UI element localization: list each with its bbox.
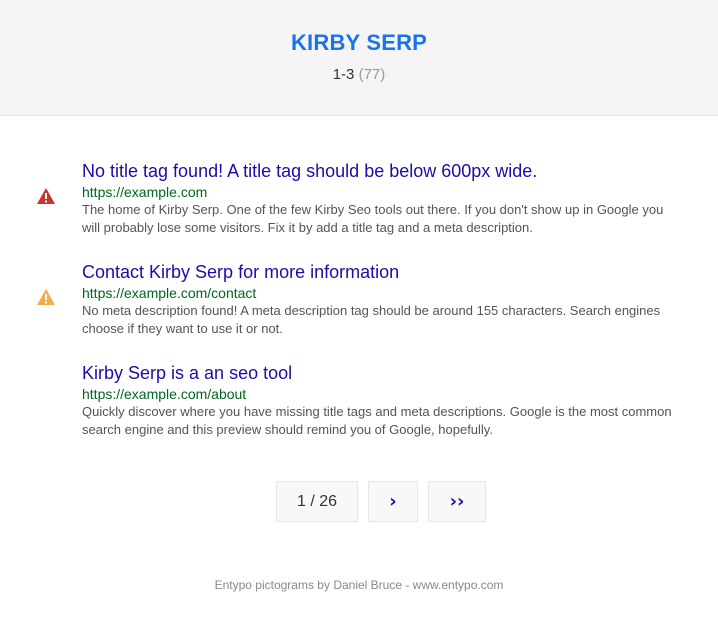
result-total-count: (77): [358, 66, 386, 83]
result-url[interactable]: https://example.com/about: [82, 385, 682, 403]
double-chevron-right-icon: ››: [449, 491, 465, 512]
footer-credit: Entypo pictograms by Daniel Bruce - www.…: [214, 578, 504, 592]
last-page-button[interactable]: ››: [428, 481, 486, 522]
warning-triangle-icon: [36, 288, 56, 306]
error-triangle-icon: [36, 187, 56, 205]
result-body: Contact Kirby Serp for more information …: [82, 261, 682, 338]
result-description: Quickly discover where you have missing …: [82, 404, 672, 437]
result-title-link[interactable]: Kirby Serp is a an seo tool: [82, 362, 682, 384]
chevron-right-icon: ›: [389, 491, 397, 512]
result-description: The home of Kirby Serp. One of the few K…: [82, 202, 664, 235]
result-body: Kirby Serp is a an seo tool https://exam…: [82, 362, 682, 439]
page-indicator: 1 / 26: [276, 481, 358, 522]
result-title-link[interactable]: Contact Kirby Serp for more information: [82, 261, 682, 283]
result-url[interactable]: https://example.com: [82, 183, 682, 201]
result-url[interactable]: https://example.com/contact: [82, 284, 682, 302]
result-range-label: 1-3: [332, 66, 355, 83]
page-header: KIRBY SERP 1-3 (77): [0, 0, 718, 116]
result-range: 1-3 (77): [0, 66, 718, 83]
result-body: No title tag found! A title tag should b…: [82, 160, 682, 237]
next-page-button[interactable]: ›: [368, 481, 418, 522]
app-title: KIRBY SERP: [290, 30, 428, 55]
result-description: No meta description found! A meta descri…: [82, 303, 661, 336]
pagination: 1 / 26 › ››: [0, 481, 718, 523]
result-title-link[interactable]: No title tag found! A title tag should b…: [82, 160, 682, 182]
